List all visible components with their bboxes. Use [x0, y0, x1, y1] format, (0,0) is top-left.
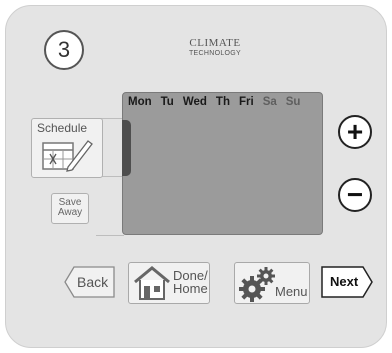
day-label-su: Su [285, 96, 301, 108]
back-button-label: Back [77, 274, 109, 290]
menu-button-label: Menu [275, 284, 308, 299]
schedule-button-label: Schedule [37, 121, 88, 135]
calendar-pencil-icon [42, 140, 93, 172]
plus-icon: + [346, 116, 364, 147]
day-label-th: Th [215, 96, 230, 108]
done-home-line2: Home [173, 281, 208, 296]
day-labels: Mon Tu Wed Th Fri Sa Su [128, 96, 309, 108]
back-button[interactable]: Back [64, 266, 116, 298]
brand-line1: CLIMATE [189, 37, 241, 49]
brand-line2: TECHNOLOGY [188, 50, 241, 57]
minus-button[interactable]: − [338, 178, 372, 212]
day-label-sa: Sa [262, 96, 277, 108]
schedule-button[interactable]: Schedule [31, 118, 103, 178]
brand-logo: CLIMATE TECHNOLOGY [170, 37, 260, 57]
day-label-mon: Mon [128, 96, 152, 108]
day-label-wed: Wed [182, 96, 207, 108]
next-button[interactable]: Next [320, 266, 374, 298]
plus-button[interactable]: + [338, 115, 372, 149]
step-number-badge: 3 [44, 30, 84, 70]
day-label-fri: Fri [238, 96, 254, 108]
house-icon [134, 266, 170, 300]
minus-icon: − [346, 179, 364, 210]
gears-icon [239, 267, 275, 302]
day-label-tu: Tu [160, 96, 174, 108]
done-home-button[interactable]: Done/ Home [128, 262, 210, 304]
save-away-line2: Away [57, 207, 83, 218]
next-button-label: Next [330, 274, 359, 289]
menu-button[interactable]: Menu [234, 262, 310, 304]
save-away-button[interactable]: Save Away [51, 193, 89, 224]
lcd-display: Mon Tu Wed Th Fri Sa Su [122, 92, 323, 235]
selection-tab-marker [122, 120, 131, 176]
